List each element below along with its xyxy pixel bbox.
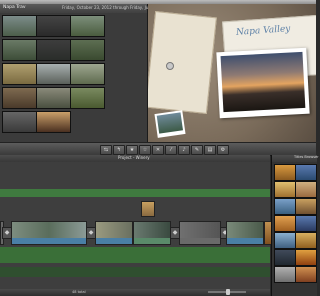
project-header: Project - Winery [0,155,270,162]
event-clip-thumbnail[interactable] [2,63,37,85]
titles-browser-header: Titles Browser [272,155,319,162]
title-style-thumbnail[interactable] [274,198,296,215]
viewer-preview: Napa Valley [148,4,316,142]
event-thumbnail-grid [0,14,108,133]
video-clip[interactable] [179,221,221,245]
event-clip-thumbnail[interactable] [2,111,37,133]
swap-icon[interactable]: ⇆ [100,145,112,155]
small-photo [154,110,186,138]
title-clip[interactable] [141,201,155,217]
event-clip-thumbnail[interactable] [70,87,105,109]
event-clip-thumbnail[interactable] [36,39,71,61]
music-icon[interactable]: ♪ [178,145,190,155]
edit-icon[interactable]: ✎ [191,145,203,155]
title-style-thumbnail[interactable] [274,215,296,232]
titles-browser-title: Titles Browser [294,155,319,159]
zoom-slider-knob[interactable] [226,289,230,295]
title-style-thumbnail[interactable] [274,164,296,181]
event-clip-thumbnail[interactable] [70,15,105,37]
unmark-icon[interactable]: ☆ [139,145,151,155]
event-title: Napa Trav [3,5,26,10]
event-clip-thumbnail[interactable] [70,63,105,85]
event-clip-thumbnail[interactable] [36,63,71,85]
event-clip-thumbnail[interactable] [2,87,37,109]
titles-icon[interactable]: ▤ [204,145,216,155]
title-style-thumbnail[interactable] [295,198,317,215]
event-clip-thumbnail[interactable] [2,15,37,37]
pinned-card [148,11,217,114]
settings-icon[interactable]: ⚙ [217,145,229,155]
title-style-thumbnail[interactable] [295,266,317,283]
title-style-thumbnail[interactable] [295,164,317,181]
event-clip-thumbnail[interactable] [36,87,71,109]
background-music-track[interactable] [0,189,270,197]
project-timeline: Project - Winery ◆ ◆ ◆ ◆ [0,155,272,289]
favorite-icon[interactable]: ★ [126,145,138,155]
event-browser: Napa Trav Friday, October 23, 2012 throu… [0,4,172,142]
event-clip-thumbnail[interactable] [36,111,71,133]
middle-toolbar: ⇆ ↰ ★ ☆ ✕ ⁄ ♪ ✎ ▤ ⚙ [0,142,316,156]
title-style-thumbnail[interactable] [295,215,317,232]
titles-browser: Titles Browser [271,155,319,296]
project-duration: 48 total [72,290,86,294]
event-clip-thumbnail[interactable] [2,39,37,61]
project-title: Project - Winery [118,155,150,160]
event-browser-header: Napa Trav Friday, October 23, 2012 throu… [0,4,172,13]
project-status-bar: 48 total [0,289,270,296]
waveform [0,267,270,277]
title-style-thumbnail[interactable] [295,249,317,266]
reject-icon[interactable]: ✕ [152,145,164,155]
main-photo [216,47,310,119]
title-style-thumbnail[interactable] [274,266,296,283]
undo-icon[interactable]: ↰ [113,145,125,155]
event-clip-thumbnail[interactable] [36,15,71,37]
title-style-thumbnail[interactable] [274,249,296,266]
video-clip[interactable] [133,221,171,245]
video-clip[interactable] [226,221,264,245]
pushpin-icon [166,62,174,70]
video-clip[interactable] [11,221,87,245]
event-clip-thumbnail[interactable] [70,39,105,61]
audio-track[interactable] [0,247,270,263]
crop-icon[interactable]: ⁄ [165,145,177,155]
video-clip[interactable] [95,221,133,245]
title-style-thumbnail[interactable] [295,181,317,198]
title-style-thumbnail[interactable] [295,232,317,249]
title-style-thumbnail[interactable] [274,181,296,198]
title-style-thumbnail[interactable] [274,232,296,249]
